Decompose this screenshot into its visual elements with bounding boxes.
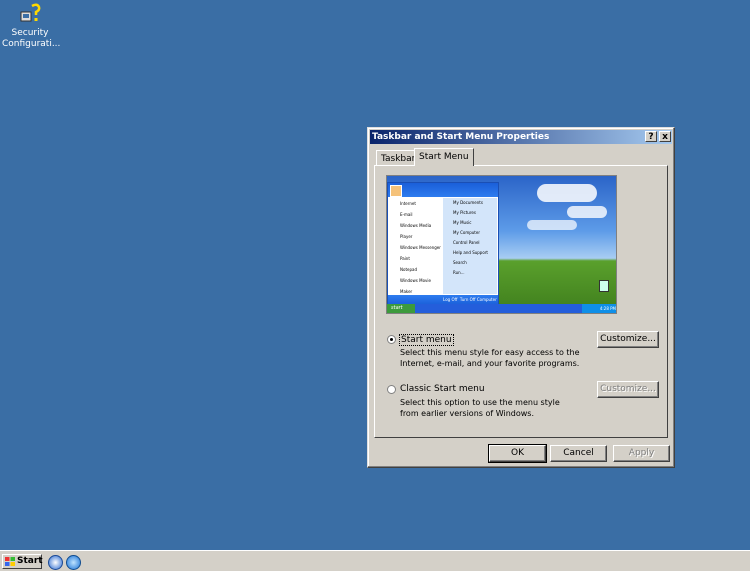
tab-label: Start Menu bbox=[419, 152, 469, 162]
windows-logo-icon bbox=[5, 557, 15, 566]
close-icon: x bbox=[662, 132, 668, 142]
recycle-bin-icon bbox=[599, 280, 609, 292]
apply-button[interactable]: Apply bbox=[613, 445, 670, 462]
cancel-button[interactable]: Cancel bbox=[550, 445, 607, 462]
help-button[interactable]: ? bbox=[645, 131, 657, 142]
start-menu-description: Select this menu style for easy access t… bbox=[400, 348, 580, 368]
help-icon: ? bbox=[648, 132, 654, 142]
desktop-icon-security-configuration[interactable]: Security Configurati... bbox=[2, 2, 61, 50]
tab-start-menu[interactable]: Start Menu bbox=[414, 148, 474, 166]
start-menu-radio[interactable] bbox=[387, 335, 396, 344]
internet-explorer-icon[interactable] bbox=[66, 555, 81, 570]
security-config-icon bbox=[18, 2, 42, 26]
taskbar-start-menu-properties-dialog: Taskbar and Start Menu Properties ? x Ta… bbox=[367, 127, 675, 468]
taskbar: Start bbox=[0, 550, 750, 571]
preview-start-menu: Internet E-mail Windows Media Player Win… bbox=[387, 182, 499, 306]
customize-classic-button[interactable]: Customize... bbox=[597, 381, 659, 398]
start-label: Start bbox=[17, 556, 43, 566]
show-desktop-icon[interactable] bbox=[48, 555, 63, 570]
customize-start-menu-button[interactable]: Customize... bbox=[597, 331, 659, 348]
classic-start-menu-radio[interactable] bbox=[387, 385, 396, 394]
start-button[interactable]: Start bbox=[2, 554, 43, 569]
dialog-title: Taskbar and Start Menu Properties bbox=[372, 132, 550, 142]
classic-start-menu-option-label[interactable]: Classic Start menu bbox=[400, 384, 485, 394]
dialog-titlebar[interactable]: Taskbar and Start Menu Properties ? x bbox=[370, 130, 672, 144]
tab-label: Taskbar bbox=[381, 154, 416, 164]
close-button[interactable]: x bbox=[659, 131, 671, 142]
classic-start-menu-description: Select this option to use the menu style… bbox=[400, 398, 560, 418]
desktop-icon-label: Security Configurati... bbox=[2, 28, 61, 49]
start-menu-option-label[interactable]: Start menu bbox=[399, 334, 454, 346]
start-menu-preview-image: Internet E-mail Windows Media Player Win… bbox=[386, 175, 617, 314]
ok-button[interactable]: OK bbox=[488, 444, 547, 463]
